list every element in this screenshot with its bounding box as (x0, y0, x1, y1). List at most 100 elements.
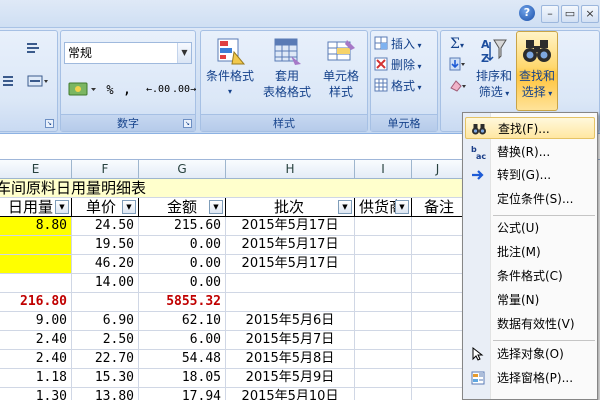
column-header-i[interactable]: I (355, 160, 412, 179)
fill-icon[interactable] (446, 56, 468, 76)
column-header-j[interactable]: J (412, 160, 464, 179)
cell-i[interactable] (355, 293, 412, 312)
cell-h[interactable]: 2015年5月7日 (226, 331, 355, 350)
header-supplier[interactable]: 供货商 ▼ (355, 198, 412, 217)
cell-g[interactable]: 0.00 (139, 236, 226, 255)
cell-j[interactable] (412, 274, 464, 293)
sheet-title[interactable]: 车间原料日用量明细表 (0, 179, 464, 198)
filter-dropdown-icon[interactable]: ▼ (395, 200, 409, 214)
menu-item-constants[interactable]: 常量(N) (465, 289, 595, 311)
restore-icon[interactable]: ▭ (561, 5, 579, 23)
cell-g[interactable]: 0.00 (139, 274, 226, 293)
cell-i[interactable] (355, 350, 412, 369)
cell-i[interactable] (355, 274, 412, 293)
number-format-select[interactable]: 常规 ▼ (64, 42, 192, 64)
menu-item-select-objects[interactable]: 选择对象(O) (465, 343, 595, 365)
cell-i[interactable] (355, 217, 412, 236)
cell-e[interactable]: 8.80 (0, 217, 72, 236)
cell-h[interactable]: 2015年5月17日 (226, 236, 355, 255)
number-launcher-icon[interactable]: ↘ (183, 119, 192, 128)
find-select-button[interactable]: 查找和 选择 ▾ (516, 31, 558, 111)
cell-h[interactable]: 2015年5月17日 (226, 255, 355, 274)
filter-dropdown-icon[interactable]: ▼ (209, 200, 223, 214)
cell-f[interactable]: 13.80 (72, 388, 139, 400)
menu-item-goto-special[interactable]: 定位条件(S)... (465, 188, 595, 210)
cell-g[interactable]: 62.10 (139, 312, 226, 331)
percent-button[interactable]: % (102, 80, 118, 100)
cell-h[interactable] (226, 274, 355, 293)
cell-g[interactable]: 18.05 (139, 369, 226, 388)
format-as-table-button[interactable]: 套用 表格格式 (259, 36, 315, 100)
cell-g[interactable]: 6.00 (139, 331, 226, 350)
header-amount[interactable]: 金额 ▼ (139, 198, 226, 217)
cell-f[interactable]: 24.50 (72, 217, 139, 236)
cell-g[interactable]: 215.60 (139, 217, 226, 236)
menu-item-find[interactable]: 查找(F)... (465, 117, 595, 139)
cell-e[interactable]: 2.40 (0, 350, 72, 369)
cell-i[interactable] (355, 369, 412, 388)
menu-item-replace[interactable]: b ac 替换(R)... (465, 141, 595, 163)
column-header-h[interactable]: H (226, 160, 355, 179)
cell-j[interactable] (412, 293, 464, 312)
menu-item-data-validation[interactable]: 数据有效性(V) (465, 313, 595, 335)
cell-f[interactable]: 22.70 (72, 350, 139, 369)
chevron-down-icon[interactable]: ▼ (177, 43, 191, 63)
cell-i[interactable] (355, 388, 412, 400)
insert-button[interactable]: 插入 ▾ (374, 34, 422, 54)
header-price[interactable]: 单价 ▼ (72, 198, 139, 217)
delete-button[interactable]: 删除 ▾ (374, 55, 422, 75)
filter-dropdown-icon[interactable]: ▼ (338, 200, 352, 214)
merge-center-icon[interactable] (23, 73, 53, 93)
cell-f[interactable]: 15.30 (72, 369, 139, 388)
menu-item-formulas[interactable]: 公式(U) (465, 217, 595, 239)
cell-j[interactable] (412, 236, 464, 255)
filter-dropdown-icon[interactable]: ▼ (122, 200, 136, 214)
close-icon[interactable]: × (581, 5, 599, 23)
sort-filter-button[interactable]: AZ 排序和 筛选 ▾ (473, 36, 515, 102)
column-header-e[interactable]: E (0, 160, 72, 179)
alignment-launcher-icon[interactable]: ↘ (45, 119, 54, 128)
cell-h[interactable]: 2015年5月17日 (226, 217, 355, 236)
cell-h[interactable]: 2015年5月6日 (226, 312, 355, 331)
cell-f[interactable]: 46.20 (72, 255, 139, 274)
comma-style-button[interactable]: , (120, 80, 134, 100)
increase-decimal-button[interactable]: ←.00 (146, 80, 170, 100)
wrap-text-icon[interactable] (23, 41, 43, 61)
cell-j[interactable] (412, 331, 464, 350)
cell-f[interactable]: 19.50 (72, 236, 139, 255)
cell-e[interactable]: 216.80 (0, 293, 72, 312)
format-button[interactable]: 格式 ▾ (374, 76, 422, 96)
cell-i[interactable] (355, 236, 412, 255)
cell-e[interactable]: 2.40 (0, 331, 72, 350)
menu-item-comments[interactable]: 批注(M) (465, 241, 595, 263)
cell-e[interactable] (0, 236, 72, 255)
cell-j[interactable] (412, 388, 464, 400)
decrease-decimal-button[interactable]: .00→ (172, 80, 196, 100)
currency-format-icon[interactable] (66, 80, 100, 100)
cell-e[interactable] (0, 255, 72, 274)
cell-e[interactable]: 1.30 (0, 388, 72, 400)
menu-item-conditional-format[interactable]: 条件格式(C) (465, 265, 595, 287)
filter-dropdown-icon[interactable]: ▼ (55, 200, 69, 214)
cell-g[interactable]: 17.94 (139, 388, 226, 400)
cell-f[interactable] (72, 293, 139, 312)
header-batch[interactable]: 批次 ▼ (226, 198, 355, 217)
cell-g[interactable]: 54.48 (139, 350, 226, 369)
cell-e[interactable]: 1.18 (0, 369, 72, 388)
cell-h[interactable] (226, 293, 355, 312)
cell-h[interactable]: 2015年5月10日 (226, 388, 355, 400)
menu-item-selection-pane[interactable]: 选择窗格(P)... (465, 367, 595, 389)
menu-item-goto[interactable]: 转到(G)... (465, 164, 595, 186)
cell-e[interactable] (0, 274, 72, 293)
cell-g[interactable]: 5855.32 (139, 293, 226, 312)
header-usage[interactable]: 日用量 ▼ (0, 198, 72, 217)
cell-f[interactable]: 14.00 (72, 274, 139, 293)
cell-i[interactable] (355, 255, 412, 274)
align-icon[interactable] (1, 73, 15, 93)
cell-h[interactable]: 2015年5月9日 (226, 369, 355, 388)
conditional-format-button[interactable]: 条件格式 ▾ (203, 36, 257, 100)
cell-f[interactable]: 2.50 (72, 331, 139, 350)
column-header-f[interactable]: F (72, 160, 139, 179)
cell-j[interactable] (412, 312, 464, 331)
cell-j[interactable] (412, 255, 464, 274)
